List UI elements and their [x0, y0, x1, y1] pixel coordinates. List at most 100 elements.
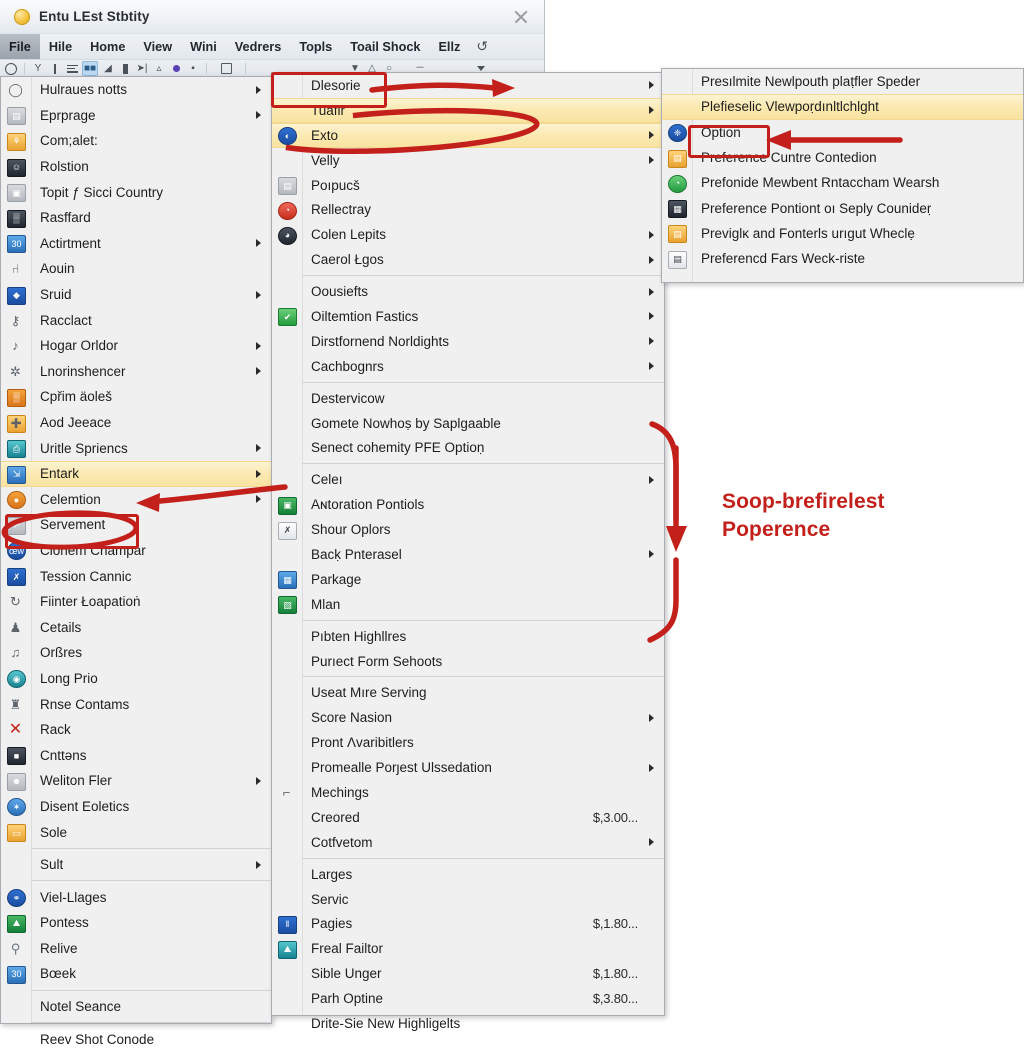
- menu-item-pront-varibitlers[interactable]: Pront Λvaribitlers: [272, 730, 664, 755]
- menu-item-sult[interactable]: Sult: [1, 852, 271, 878]
- menu-item-long-prio[interactable]: ◉ Long Prio: [1, 666, 271, 692]
- menu-item-or-res[interactable]: ♫ Orßres: [1, 640, 271, 666]
- menu-item-score-nasion[interactable]: Score Nasion: [272, 705, 664, 730]
- menu-item-rack[interactable]: ✕ Rack: [1, 717, 271, 743]
- close-icon[interactable]: [512, 8, 530, 26]
- menu-item-pagies[interactable]: ‖ Pagies $,1.80...: [272, 912, 664, 937]
- menu-item-po-puc-[interactable]: ▤ Poıpucš: [272, 173, 664, 198]
- menu-bar[interactable]: File Hile Home View Wini Vedrers Topls Toail Sh…: [0, 33, 544, 59]
- right-submenu[interactable]: Presılmite Newlpouth plaṭfler Speder Ple…: [661, 68, 1024, 283]
- menu-item-rasffard[interactable]: ▒ Rasffard: [1, 205, 271, 231]
- menu-item-weliton-fler[interactable]: ☻ Weliton Fler: [1, 768, 271, 794]
- menu-item-useat-m-re-serving[interactable]: Useat Mıre Serving: [272, 680, 664, 705]
- menubar-item-toail-shock[interactable]: Toail Shock: [341, 34, 429, 59]
- menu-item-pur-ect-form-sehoots[interactable]: Purıect Form Sehoots: [272, 649, 664, 674]
- menu-item-preference-pontiont-o-seply-counider[interactable]: ▦ Preference Pontiont oı Seply Counideṛ: [662, 195, 1023, 220]
- menu-item-dest-rvicow[interactable]: Destеrvicow: [272, 386, 664, 411]
- left-context-menu[interactable]: ◯ Hulraues notts ▤ Eprprage ⚘ Com;alet: ☺ Rolst…: [0, 76, 272, 1047]
- menu-item-com-alet-[interactable]: ⚘ Com;alet:: [1, 128, 271, 154]
- menu-item-preferencd-fars-weck-riste[interactable]: ▤ Preferencd Fars Weck-riste: [662, 246, 1023, 271]
- menu-item-cotfvetom[interactable]: Cotfvetom: [272, 830, 664, 855]
- menu-item-relive[interactable]: ⚲ Relive: [1, 936, 271, 962]
- menu-item-sole[interactable]: ▭ Sole: [1, 819, 271, 845]
- menu-item-pontess[interactable]: ⛰ Pontess: [1, 910, 271, 936]
- menu-item-celemtion[interactable]: ● Celemtion: [1, 487, 271, 513]
- menu-item-servic[interactable]: Servic: [272, 887, 664, 912]
- menu-item-preference-cuntre-contedion[interactable]: ▤ Preference Cuntre Contedion: [662, 145, 1023, 170]
- menu-item-parh-optine[interactable]: Parh Optine $,3.80...: [272, 986, 664, 1011]
- menu-item-servement[interactable]: ↗ Servement: [1, 512, 271, 538]
- menu-item-reev-shot-conode[interactable]: Reev Shot Conode: [1, 1026, 271, 1052]
- menubar-item-ellz[interactable]: Ellz: [429, 34, 469, 59]
- menu-item-sruid[interactable]: ◆ Sruid: [1, 282, 271, 308]
- menu-item-eprprage[interactable]: ▤ Eprprage: [1, 103, 271, 129]
- menu-item-creored[interactable]: Creored $,3.00...: [272, 805, 664, 830]
- menu-item-hulraues-notts[interactable]: ◯ Hulraues notts: [1, 77, 271, 103]
- menubar-item-topls[interactable]: Topls: [290, 34, 341, 59]
- menu-item-oousiefts[interactable]: Oousiefts: [272, 279, 664, 304]
- menu-item-actirtment[interactable]: 30 Actirtment: [1, 231, 271, 257]
- menu-item-dirstfornend-norldights[interactable]: Dirstfornend Norldights: [272, 329, 664, 354]
- menu-item-aouin[interactable]: ⑁ Aouin: [1, 256, 271, 282]
- toolbar-dot-icon[interactable]: [169, 62, 183, 75]
- menu-item-cp-im-ole-[interactable]: ▒ Cpřim äoleš: [1, 384, 271, 410]
- menu-item-rellectray[interactable]: ◔ Rellectray: [272, 197, 664, 222]
- menu-item-rolstion[interactable]: ☺ Rolstion: [1, 154, 271, 180]
- menu-item-oiltemtion-fastics[interactable]: ✔ Oiltemtion Fastics: [272, 304, 664, 329]
- toolbar-bar-icon[interactable]: [48, 62, 62, 75]
- menu-item-uritle-spriencs[interactable]: ⎙ Uritle Spriencs: [1, 435, 271, 461]
- menu-item-notel-seance[interactable]: Notel Seance: [1, 994, 271, 1020]
- menu-item-cele-[interactable]: Celeı: [272, 467, 664, 492]
- menu-item-a-toration-pontiols[interactable]: ▣ Aɴtoration Pontiols: [272, 492, 664, 517]
- toolbar-selected-icon[interactable]: ■■: [82, 61, 98, 76]
- toolbar-flag-icon[interactable]: ◢: [101, 62, 115, 75]
- menu-item-b-ek[interactable]: 30 Bœek: [1, 961, 271, 987]
- menu-item-dlesorie[interactable]: Dlesorie: [272, 73, 664, 98]
- menu-item-caerol-gos[interactable]: Caerol Łgos: [272, 247, 664, 272]
- menubar-item-vedrers[interactable]: Vedrers: [226, 34, 291, 59]
- menu-item-shour-oplors[interactable]: ✗ Shour Oplors: [272, 517, 664, 542]
- toolbar-page-icon[interactable]: [118, 62, 132, 75]
- menu-item-mlan[interactable]: ▧ Mlan: [272, 592, 664, 617]
- menu-item-back-pnterasel[interactable]: Bacḳ Pnterasel: [272, 542, 664, 567]
- toolbar-globe-icon[interactable]: [4, 62, 18, 75]
- menu-item-colen-lepits[interactable]: ◕ Colen Lepits: [272, 222, 664, 247]
- menu-item-option[interactable]: ❈ Option: [662, 120, 1023, 145]
- toolbar-next-icon[interactable]: ➤|: [135, 62, 149, 75]
- toolbar-small-icon[interactable]: ▵: [152, 62, 166, 75]
- menu-item-aod-jeeace[interactable]: ➕ Aod Jeeace: [1, 410, 271, 436]
- menu-item-plefieselic-vlewpor-d-nltlchlght[interactable]: Plefieselic Vlewpoṛdınltlchlght: [662, 94, 1023, 120]
- menubar-item-hile[interactable]: Hile: [40, 34, 81, 59]
- menu-item-parkage[interactable]: ▦ Parkage: [272, 567, 664, 592]
- menu-item-freal-failtor[interactable]: ⛰ Freal Failtor: [272, 936, 664, 961]
- menu-item-racclact[interactable]: ⚷ Racclact: [1, 307, 271, 333]
- menu-item-larges[interactable]: Larges: [272, 862, 664, 887]
- menu-item-p-bten-highllres[interactable]: Pıbten Highllres: [272, 624, 664, 649]
- menu-item-hogar-orldor[interactable]: ♪ Hogar Orldor: [1, 333, 271, 359]
- menubar-item-view[interactable]: View: [134, 34, 181, 59]
- menu-item-tession-cannic[interactable]: ✗ Tession Cannic: [1, 563, 271, 589]
- menu-item-promealle-por-est-ulssedation[interactable]: Promealle Porȷest Ulssedation: [272, 755, 664, 780]
- menu-item-velly[interactable]: Velly: [272, 148, 664, 173]
- menu-item-cl-nem-champar[interactable]: œŵ Clònem Champar: [1, 538, 271, 564]
- toolbar-tick-icon[interactable]: ▪: [186, 62, 200, 75]
- menu-item-rnse-contams[interactable]: ♜ Rnse Contams: [1, 691, 271, 717]
- menu-item-topit-sicci-country[interactable]: ▣ Topit ƒ Sicci Country: [1, 179, 271, 205]
- middle-submenu[interactable]: Dlesorie Tuafir ◐ Exto Velly ▤ Poıpucš ◔ Rellect…: [271, 72, 665, 1031]
- menu-item-disent-eoletics[interactable]: ✶ Disent Eoletics: [1, 794, 271, 820]
- menu-item-cntt-ns[interactable]: ■ Cnttəns: [1, 742, 271, 768]
- toolbar-lines-icon[interactable]: [65, 62, 79, 75]
- menu-item-viel-llages[interactable]: ⚭ Viel-Llages: [1, 884, 271, 910]
- menu-item-prefonide-mewbent-rntaccham-wearsh[interactable]: ◔ Prefonide Mewbent Rntaccham Wearsh: [662, 170, 1023, 195]
- menu-item-gomete-nowhos-by-saplgaable[interactable]: Gomete Nowhoṣ by Saplgaable: [272, 411, 664, 436]
- menubar-item-wini[interactable]: Wini: [181, 34, 226, 59]
- menu-item-sible-unger[interactable]: Sible Unger $,1.80...: [272, 961, 664, 986]
- menu-item-lnorinshencer[interactable]: ✲ Lnorinshencer: [1, 359, 271, 385]
- menu-item-entark[interactable]: ⇲ Entark: [1, 460, 271, 487]
- menu-item-cetails[interactable]: ♟ Cetails: [1, 614, 271, 640]
- menu-item-cachbognrs[interactable]: Cachbognrs: [272, 354, 664, 379]
- menu-item-tuafir[interactable]: Tuafir: [272, 97, 664, 123]
- menu-item-senect-cohemity-pfe-option-[interactable]: Senect cohemity PFE Optioṇ: [272, 435, 664, 460]
- menubar-item--[interactable]: ↺: [469, 34, 495, 59]
- menu-item-pres-lmite-newlpouth-plat-fler-spede[interactable]: Presılmite Newlpouth plaṭfler Speder: [662, 69, 1023, 94]
